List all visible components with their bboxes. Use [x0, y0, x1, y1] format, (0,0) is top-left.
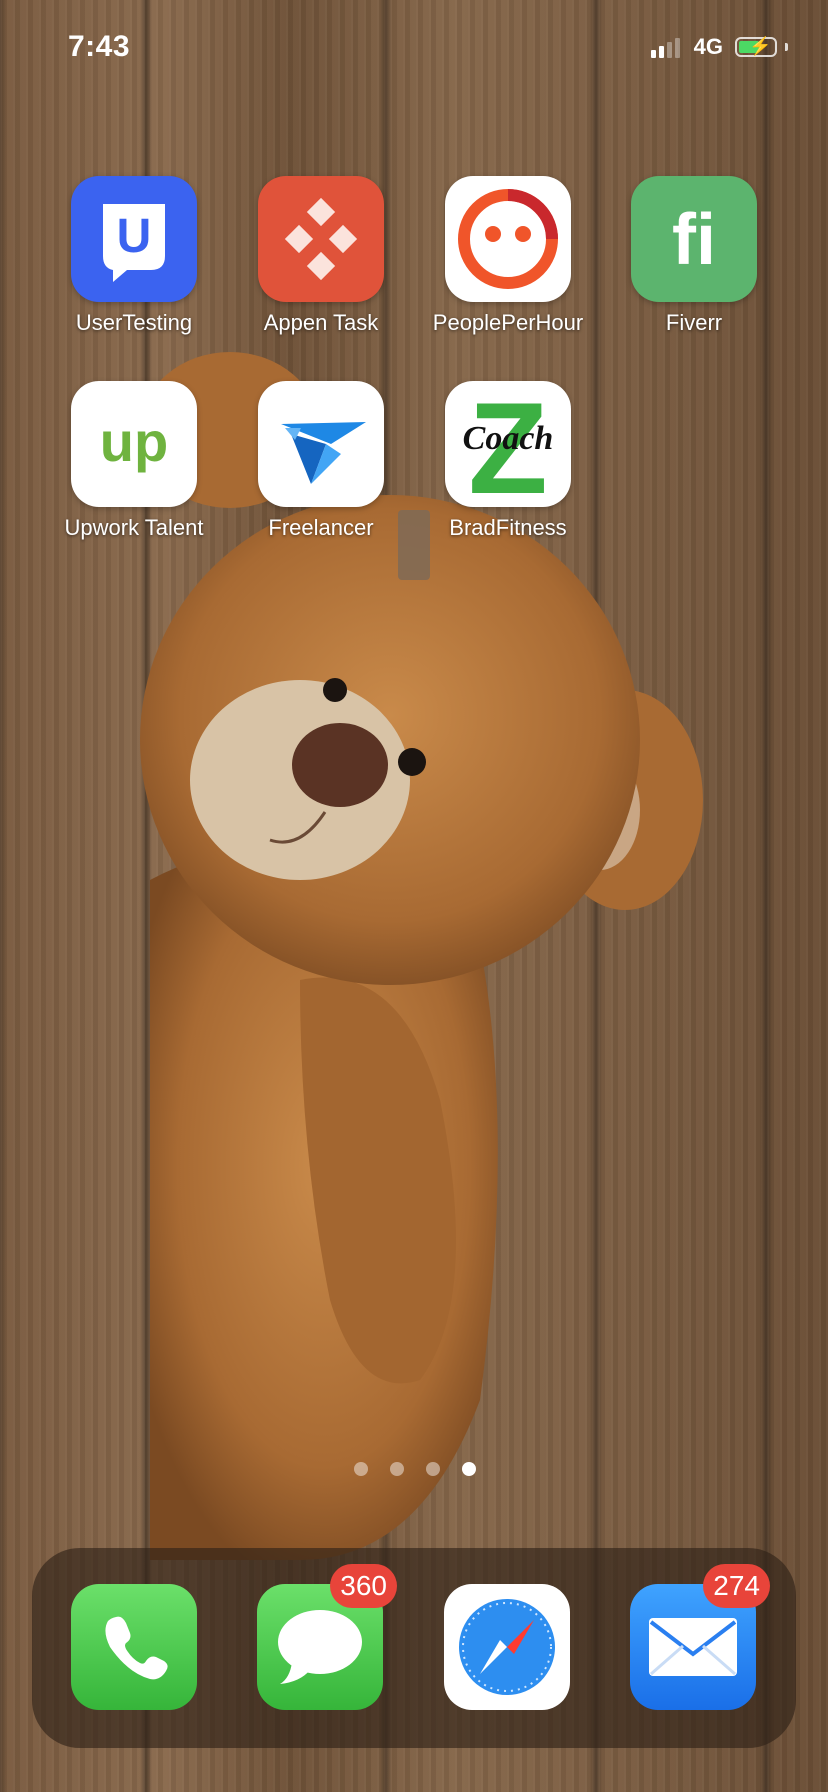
charging-bolt-icon: ⚡ — [749, 36, 772, 56]
dock-app-phone[interactable] — [71, 1584, 197, 1710]
app-label: Appen Task — [263, 310, 379, 335]
peopleperhour-icon — [445, 176, 571, 302]
app-label: Fiverr — [665, 310, 723, 335]
page-indicator[interactable] — [354, 1462, 476, 1476]
battery-icon: ⚡ — [735, 36, 777, 57]
dock-app-messages[interactable]: 360 — [257, 1564, 397, 1710]
status-indicators: 4G ⚡ — [650, 34, 788, 60]
fiverr-icon: fi — [631, 176, 757, 302]
upwork-icon: up — [71, 381, 197, 507]
page-dot — [390, 1462, 404, 1476]
app-label: Upwork Talent — [64, 515, 204, 540]
bradfitness-icon: Z Coach — [445, 381, 571, 507]
safari-icon — [444, 1584, 570, 1710]
cellular-signal-icon — [650, 36, 680, 58]
app-fiverr[interactable]: fi Fiverr — [614, 176, 774, 336]
freelancer-icon — [258, 381, 384, 507]
page-dot — [354, 1462, 368, 1476]
page-dot — [426, 1462, 440, 1476]
app-label: UserTesting — [75, 310, 193, 335]
status-time: 7:43 — [68, 30, 131, 63]
app-label: PeoplePerHour — [432, 310, 584, 335]
appen-icon — [258, 176, 384, 302]
page-dot-current — [462, 1462, 476, 1476]
fiverr-letters: fi — [672, 200, 716, 280]
app-upwork-talent[interactable]: up Upwork Talent — [54, 381, 214, 541]
messages-badge: 360 — [330, 1564, 397, 1608]
dock-app-safari[interactable] — [444, 1584, 570, 1710]
phone-icon — [71, 1584, 197, 1710]
app-freelancer[interactable]: Freelancer — [241, 381, 401, 541]
usertesting-letter: U — [117, 210, 152, 263]
app-appen-task[interactable]: Appen Task — [241, 176, 401, 336]
dock-app-mail[interactable]: 274 — [630, 1564, 770, 1710]
app-bradfitness[interactable]: Z Coach BradFitness — [428, 381, 588, 541]
coach-text: Coach — [463, 420, 554, 457]
app-peopleperhour[interactable]: PeoplePerHour — [428, 176, 588, 336]
network-type: 4G — [693, 34, 723, 59]
app-usertesting[interactable]: U UserTesting — [54, 176, 214, 336]
mail-badge: 274 — [703, 1564, 770, 1608]
upwork-letters: up — [100, 410, 168, 473]
app-label: BradFitness — [449, 515, 567, 540]
app-label: Freelancer — [268, 515, 374, 540]
usertesting-icon: U — [71, 176, 197, 302]
